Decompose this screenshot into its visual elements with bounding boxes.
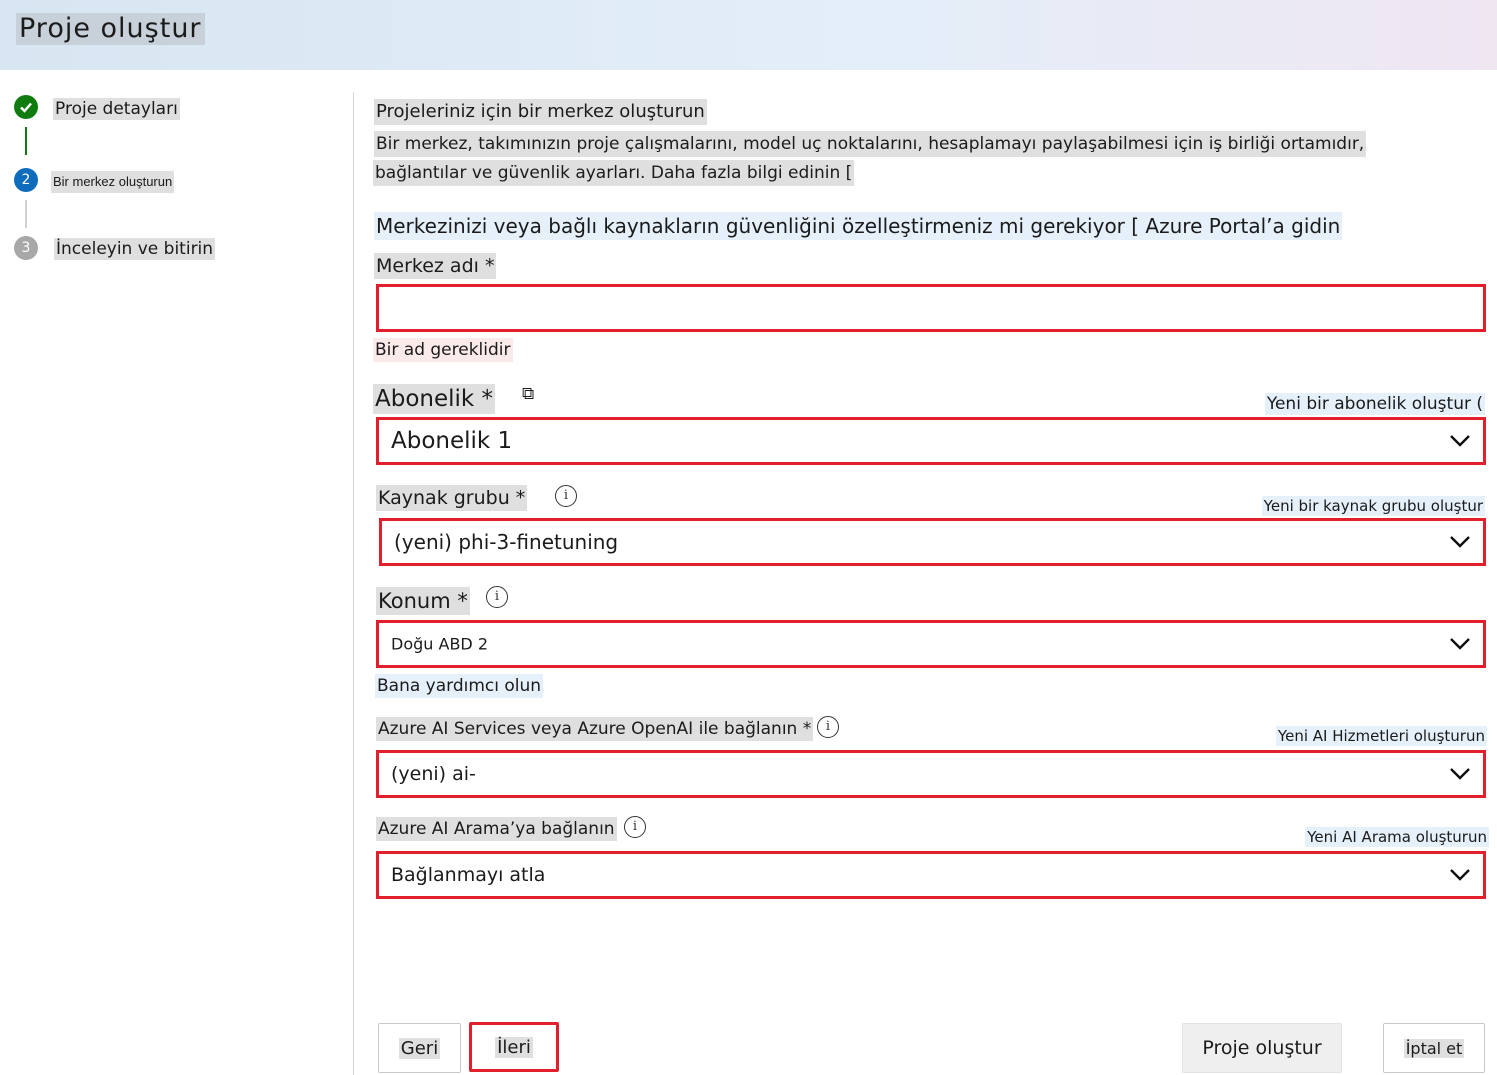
section-description: Bir merkez, takımınızın proje çalışmalar… [374, 131, 1367, 157]
page-title: Proje oluştur [16, 13, 205, 45]
info-icon[interactable]: i [486, 586, 508, 608]
step-label-review-finish[interactable]: İnceleyin ve bitirin [54, 238, 216, 260]
create-ai-services-link[interactable]: Yeni AI Hizmetleri oluşturun [1275, 726, 1487, 746]
create-resource-group-link[interactable]: Yeni bir kaynak grubu oluştur [1261, 496, 1485, 516]
back-button[interactable]: Geri [378, 1023, 461, 1073]
subscription-select[interactable]: Abonelik 1 [376, 417, 1486, 465]
create-subscription-link[interactable]: Yeni bir abonelik oluştur ( [1264, 393, 1485, 415]
section-description-2[interactable]: bağlantılar ve güvenlik ayarları. Daha f… [373, 160, 855, 186]
copy-icon[interactable]: ⧉ [522, 384, 534, 404]
location-label: Konum * [376, 587, 470, 615]
info-icon[interactable]: i [555, 485, 577, 507]
info-icon[interactable]: i [624, 816, 646, 838]
chevron-down-icon [1450, 638, 1470, 650]
ai-search-select[interactable]: Bağlanmayı atla [376, 851, 1486, 899]
ai-search-label: Azure AI Arama’ya bağlanın [376, 817, 617, 841]
check-icon [14, 95, 38, 119]
hub-name-error: Bir ad gereklidir [373, 338, 513, 362]
hub-name-input[interactable] [376, 284, 1486, 332]
ai-services-value: (yeni) ai- [391, 763, 476, 785]
hub-name-label: Merkez adı * [374, 253, 497, 279]
ai-services-label: Azure AI Services veya Azure OpenAI ile … [376, 717, 814, 741]
chevron-down-icon [1450, 536, 1470, 548]
next-button-label: İleri [495, 1036, 533, 1058]
info-icon[interactable]: i [817, 716, 839, 738]
step-label-create-hub[interactable]: Bir merkez oluşturun [51, 171, 175, 193]
ai-search-value: Bağlanmayı atla [391, 864, 546, 886]
step-number-3: 3 [14, 236, 38, 260]
chevron-down-icon [1450, 435, 1470, 447]
ai-services-select[interactable]: (yeni) ai- [376, 750, 1486, 798]
back-button-label: Geri [398, 1037, 441, 1059]
create-ai-search-link[interactable]: Yeni AI Arama oluşturun [1305, 827, 1489, 847]
chevron-down-icon [1450, 768, 1470, 780]
chevron-down-icon [1450, 869, 1470, 881]
resource-group-value: (yeni) phi-3-finetuning [394, 530, 619, 554]
cancel-button-label: İptal et [1403, 1038, 1465, 1058]
panel-divider [353, 92, 354, 1075]
step-connector [25, 200, 27, 228]
security-note-link[interactable]: Merkezinizi veya bağlı kaynakların güven… [374, 212, 1343, 240]
location-select[interactable]: Doğu ABD 2 [376, 620, 1486, 668]
help-me-link[interactable]: Bana yardımcı olun [375, 674, 544, 698]
resource-group-select[interactable]: (yeni) phi-3-finetuning [379, 518, 1486, 566]
step-connector [25, 127, 27, 155]
step-label-project-details[interactable]: Proje detayları [53, 98, 180, 120]
create-project-button[interactable]: Proje oluştur [1182, 1023, 1342, 1073]
next-button[interactable]: İleri [469, 1022, 559, 1072]
location-value: Doğu ABD 2 [391, 634, 488, 654]
section-title: Projeleriniz için bir merkez oluşturun [374, 99, 707, 125]
main-form: Projeleriniz için bir merkez oluşturun B… [373, 0, 1497, 1075]
cancel-button[interactable]: İptal et [1383, 1023, 1485, 1073]
subscription-value: Abonelik 1 [391, 428, 513, 454]
resource-group-label: Kaynak grubu * [376, 485, 528, 511]
subscription-label: Abonelik * [373, 384, 496, 414]
create-project-button-label: Proje oluştur [1202, 1037, 1322, 1059]
step-number-2: 2 [14, 168, 38, 192]
